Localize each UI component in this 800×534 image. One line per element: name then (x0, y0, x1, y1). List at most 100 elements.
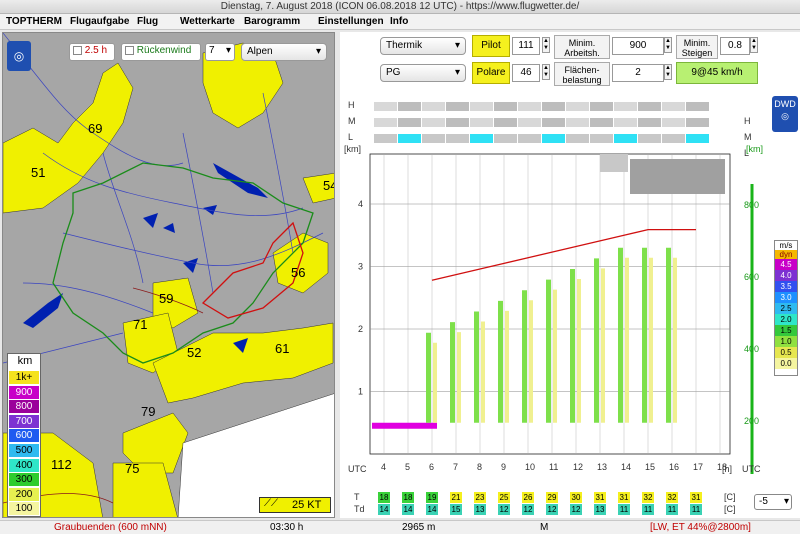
cloud-cell (398, 102, 421, 111)
hour-tick-label: 6 (429, 462, 434, 472)
hour-tick-label: 11 (549, 462, 558, 472)
status-time: 03:30 h (270, 522, 304, 533)
thermal-bar (433, 342, 437, 423)
right-tick-label: 400 (744, 344, 759, 354)
hour-unit: [h] (722, 464, 733, 474)
window-title: Dienstag, 7. August 2018 (ICON 06.08.201… (0, 0, 800, 14)
chevron-down-icon: ▾ (454, 67, 460, 78)
right-tick-label: 200 (744, 416, 759, 426)
menu-topthem[interactable]: TOPTHERM (6, 16, 62, 27)
min-steigen-stepper[interactable]: ▲ ▼ (750, 37, 758, 53)
cloud-cell (374, 102, 397, 111)
menu-flug[interactable]: Flug (137, 16, 158, 27)
temperature-value: 30 (570, 492, 582, 503)
region-value: 59 (159, 291, 174, 306)
thermal-bar (553, 289, 557, 423)
chevron-down-icon: ▾ (315, 46, 321, 57)
cloud-block (600, 154, 628, 172)
cloud-cell (422, 118, 445, 127)
cloud-cell (590, 118, 613, 127)
climb-legend-item: 2.0 (775, 314, 797, 325)
temperature-value: 19 (426, 492, 438, 503)
thermal-bar (505, 310, 509, 423)
row-label-h: H (348, 100, 355, 110)
pilot-stepper[interactable]: ▲ ▼ (542, 37, 550, 53)
polare-input[interactable]: 46 (512, 64, 540, 82)
checkbox-icon (125, 45, 134, 55)
menu-wetterkarte[interactable]: Wetterkarte (180, 16, 235, 27)
region-value: 56 (291, 265, 306, 280)
temperature-value: 31 (594, 492, 606, 503)
thermik-select[interactable]: Thermik ▾ (380, 37, 466, 55)
utc-label-right: UTC (742, 464, 761, 474)
cloud-cell (470, 118, 493, 127)
dewpoint-value: 13 (474, 504, 486, 515)
chevron-down-icon: ▾ (783, 496, 789, 507)
region-select[interactable]: Alpen ▾ (241, 43, 327, 61)
dewpoint-value: 11 (690, 504, 702, 515)
t-label: T (354, 492, 360, 502)
cloud-cell (374, 134, 397, 143)
min-arbeitsh-stepper[interactable]: ▲ ▼ (664, 37, 672, 53)
menu-flugaufgabe[interactable]: Flugaufgabe (70, 16, 129, 27)
row-label-m-right: M (744, 132, 752, 142)
map-panel[interactable]: 69 51 54 56 59 71 52 61 79 112 75 ◎ 2.5 … (2, 32, 335, 518)
cloud-cell (518, 102, 541, 111)
flaechen-stepper[interactable]: ▲ ▼ (664, 64, 672, 80)
result-display: 9@45 km/h (676, 62, 758, 84)
min-steigen-input[interactable]: 0.8 (720, 37, 750, 55)
legend-item: 700 (9, 413, 39, 428)
ground-strip (372, 422, 437, 429)
dewpoint-value: 12 (498, 504, 510, 515)
cloud-cell (638, 102, 661, 111)
t-unit: [C] (724, 492, 736, 502)
legend-item: 500 (9, 443, 39, 457)
offset-select[interactable]: -5 ▾ (754, 494, 792, 510)
km-tick-label: 3 (358, 262, 363, 272)
utc-label: UTC (348, 464, 367, 474)
thermal-bar (457, 332, 461, 423)
thermik-value: Thermik (386, 40, 423, 51)
pilot-button[interactable]: Pilot (472, 35, 510, 57)
thermal-bar (481, 321, 485, 423)
status-bar: Graubuenden (600 mNN) 03:30 h 2965 m M [… (0, 520, 800, 534)
thermal-bar (577, 279, 581, 423)
time-checkbox[interactable]: 2.5 h (69, 43, 115, 61)
polare-button[interactable]: Polare (472, 62, 510, 84)
cloud-cell (470, 102, 493, 111)
hour-tick-label: 8 (477, 462, 482, 472)
min-arbeitsh-input[interactable]: 900 (612, 37, 664, 55)
cloud-cell (542, 134, 565, 143)
cloud-cell (590, 102, 613, 111)
temperature-value: 32 (666, 492, 678, 503)
menu-barogramm[interactable]: Barogramm (244, 16, 300, 27)
cloud-cell (398, 134, 421, 143)
tailwind-checkbox[interactable]: Rückenwind (121, 43, 201, 61)
height-legend: km 1k+ 900 800 700 600 500 400 300 200 100 (7, 353, 41, 517)
cloud-cell (686, 134, 709, 143)
dewpoint-value: 12 (546, 504, 558, 515)
thermal-bar (570, 269, 575, 423)
climb-legend: m/s dyn 4.5 4.0 3.5 3.0 2.5 2.0 1.5 1.0 0.5 0.0 (774, 240, 798, 376)
cloud-cell (494, 118, 517, 127)
chevron-down-icon: ▾ (225, 45, 231, 56)
legend-item: 800 (9, 399, 39, 414)
hour-tick-label: 16 (669, 462, 679, 472)
cloud-cell (422, 102, 445, 111)
menu-einstellungen[interactable]: Einstellungen (318, 16, 384, 27)
cloud-cell (566, 102, 589, 111)
dewpoint-value: 14 (378, 504, 390, 515)
temperature-value: 31 (618, 492, 630, 503)
temperature-value: 18 (402, 492, 414, 503)
cloud-cell (470, 134, 493, 143)
pg-select[interactable]: PG ▾ (380, 64, 466, 82)
level-select[interactable]: 7 ▾ (205, 43, 235, 61)
pilot-weight-input[interactable]: 111 (512, 37, 540, 55)
polare-stepper[interactable]: ▲ ▼ (542, 64, 550, 80)
thermal-bar (529, 300, 533, 423)
climb-legend-item: 0.5 (775, 347, 797, 358)
region-value: 54 (323, 178, 334, 193)
climb-legend-item: 1.5 (775, 325, 797, 336)
flaechen-input[interactable]: 2 (612, 64, 664, 82)
menu-info[interactable]: Info (390, 16, 408, 27)
